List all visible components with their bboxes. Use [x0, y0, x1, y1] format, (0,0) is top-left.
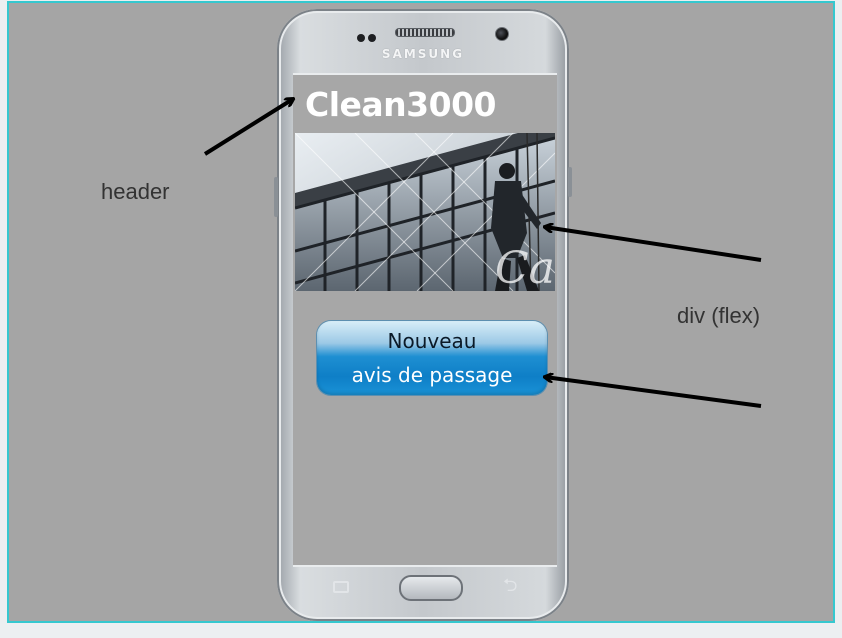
button-label-line2: avis de passage: [351, 363, 513, 387]
home-key: [399, 575, 463, 601]
phone-side-button: [274, 177, 278, 217]
app-header-title: Clean3000: [305, 85, 497, 124]
phone-nav-bar: ⮌: [277, 565, 569, 613]
earpiece-speaker: [395, 28, 455, 37]
arrow-to-image: [545, 227, 762, 262]
div-flex-annotation: div (flex): [677, 303, 761, 328]
new-visit-notice-button[interactable]: Nouveau avis de passage: [317, 321, 547, 395]
phone-mockup: SAMSUNG Clean3000 Ca Nouveau avis de pas…: [274, 9, 572, 621]
header-annotation: header: [101, 179, 170, 204]
svg-text:Can: Can: [495, 243, 555, 291]
diagram-canvas: SAMSUNG Clean3000 Ca Nouveau avis de pas…: [7, 1, 835, 623]
arrow-to-button: [545, 377, 762, 408]
phone-side-button: [568, 167, 572, 197]
front-camera: [495, 27, 509, 41]
sensor-dots: [357, 27, 381, 42]
recent-apps-icon: [333, 581, 349, 593]
phone-brand-label: SAMSUNG: [381, 47, 465, 61]
button-label-line1: Nouveau: [387, 329, 477, 353]
phone-screen: Clean3000 Ca Nouveau avis de passage: [293, 73, 557, 567]
back-icon: ⮌: [503, 575, 518, 596]
hero-image: Can: [295, 133, 555, 291]
